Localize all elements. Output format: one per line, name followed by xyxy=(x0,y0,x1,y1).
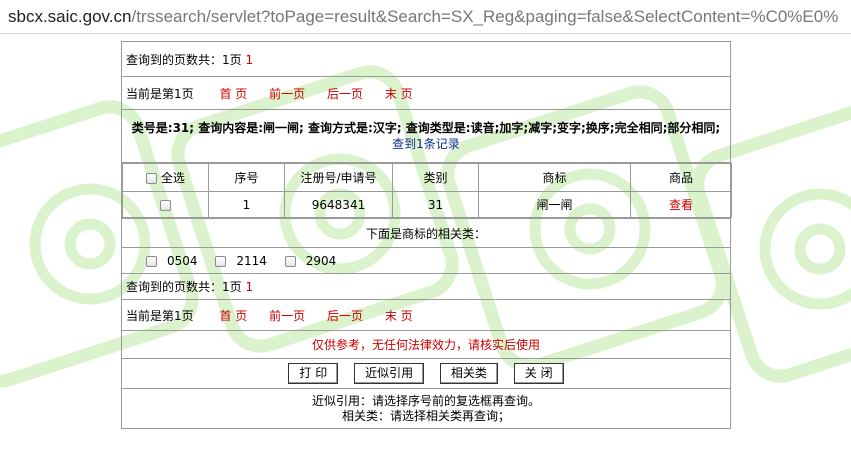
page-count-bottom: 查询到的页数共：1页 1 xyxy=(121,273,731,300)
current-page-label: 当前是第1页 xyxy=(126,86,194,101)
related-class-code: 2114 xyxy=(236,253,267,268)
header-mark: 商标 xyxy=(478,163,631,192)
select-all-label: 全选 xyxy=(160,171,185,185)
select-all-checkbox[interactable] xyxy=(146,173,158,184)
related-class-checkbox[interactable] xyxy=(215,255,227,267)
search-criteria: 类号是:31; 查询内容是:闸一闸; 查询方式是:汉字; 查询类型是:读音;加字… xyxy=(121,109,731,163)
address-bar[interactable]: sbcx.saic.gov.cn/trssearch/servlet?toPag… xyxy=(0,0,851,34)
header-class: 类别 xyxy=(392,163,479,192)
related-class-item: 2114 xyxy=(215,254,267,268)
next-page-link[interactable]: 后一页 xyxy=(327,87,363,101)
select-all-cell: 全选 xyxy=(122,163,209,192)
record-count: 查到1条记录 xyxy=(392,137,460,151)
row-mark: 闸一闸 xyxy=(478,191,631,218)
next-page-link-bottom[interactable]: 后一页 xyxy=(327,309,363,323)
url-host: sbcx.saic.gov.cn xyxy=(8,6,132,26)
pager-top: 当前是第1页 首 页 前一页 后一页 末 页 xyxy=(121,76,731,110)
related-class-checkbox[interactable] xyxy=(146,255,157,267)
page-count-top: 查询到的页数共：1页 1 xyxy=(121,41,731,77)
row-reg-no: 9648341 xyxy=(284,191,393,218)
related-class-button[interactable]: 相关类 xyxy=(439,363,498,384)
note-similar: 近似引用：请选择序号前的复选框再查询。 xyxy=(311,393,540,408)
page-link-bottom[interactable]: 1 xyxy=(245,280,253,294)
pager-bottom: 当前是第1页 首 页 前一页 后一页 末 页 xyxy=(121,299,731,331)
row-checkbox-cell xyxy=(122,191,209,218)
prev-page-link[interactable]: 前一页 xyxy=(269,87,305,101)
usage-notes: 近似引用：请选择序号前的复选框再查询。 相关类：请选择相关类再查询； xyxy=(121,388,731,429)
related-class-item: 2904 xyxy=(284,253,337,268)
row-seq: 1 xyxy=(208,191,285,218)
criteria-text: 类号是:31; 查询内容是:闸一闸; 查询方式是:汉字; 查询类型是:读音;加字… xyxy=(131,121,721,135)
first-page-link[interactable]: 首 页 xyxy=(219,87,247,101)
related-class-item: 0504 xyxy=(146,254,198,268)
header-reg-no: 注册号/申请号 xyxy=(284,163,393,192)
results-grid: 全选 序号 注册号/申请号 类别 商标 商品 1 9648341 31 闸一闸 … xyxy=(122,163,732,218)
header-goods: 商品 xyxy=(630,163,732,192)
last-page-link[interactable]: 末 页 xyxy=(385,87,413,101)
related-class-code: 0504 xyxy=(167,253,198,268)
action-buttons: 打 印 近似引用 相关类 关 闭 xyxy=(121,358,731,389)
print-button[interactable]: 打 印 xyxy=(288,363,339,384)
related-classes: 0504 2114 2904 xyxy=(121,247,731,274)
results-grid-cell: 全选 序号 注册号/申请号 类别 商标 商品 1 9648341 31 闸一闸 … xyxy=(121,162,732,219)
similar-reference-button[interactable]: 近似引用 xyxy=(354,363,425,384)
current-page-label-bottom: 当前是第1页 xyxy=(126,308,194,323)
related-class-code: 2904 xyxy=(305,253,337,268)
search-result-table: 查询到的页数共：1页 1 当前是第1页 首 页 前一页 后一页 末 页 类号是:… xyxy=(121,41,732,429)
row-checkbox[interactable] xyxy=(160,199,171,211)
table-row: 1 9648341 31 闸一闸 查看 xyxy=(122,191,732,218)
results-header-row: 全选 序号 注册号/申请号 类别 商标 商品 xyxy=(122,163,732,192)
note-related: 相关类：请选择相关类再查询； xyxy=(341,408,510,423)
row-goods-cell: 查看 xyxy=(630,191,732,218)
header-seq: 序号 xyxy=(208,163,285,192)
url-path: /trssearch/servlet?toPage=result&Search=… xyxy=(131,6,839,26)
prev-page-link-bottom[interactable]: 前一页 xyxy=(269,309,305,323)
view-goods-link[interactable]: 查看 xyxy=(669,198,693,212)
related-classes-title: 下面是商标的相关类： xyxy=(121,218,731,248)
close-button[interactable]: 关 闭 xyxy=(513,363,564,384)
last-page-link-bottom[interactable]: 末 页 xyxy=(385,309,413,323)
row-class: 31 xyxy=(392,191,479,218)
page-link-top[interactable]: 1 xyxy=(245,53,253,67)
related-class-checkbox[interactable] xyxy=(284,255,296,267)
first-page-link-bottom[interactable]: 首 页 xyxy=(219,309,247,323)
disclaimer: 仅供参考，无任何法律效力，请核实后使用 xyxy=(121,330,731,359)
